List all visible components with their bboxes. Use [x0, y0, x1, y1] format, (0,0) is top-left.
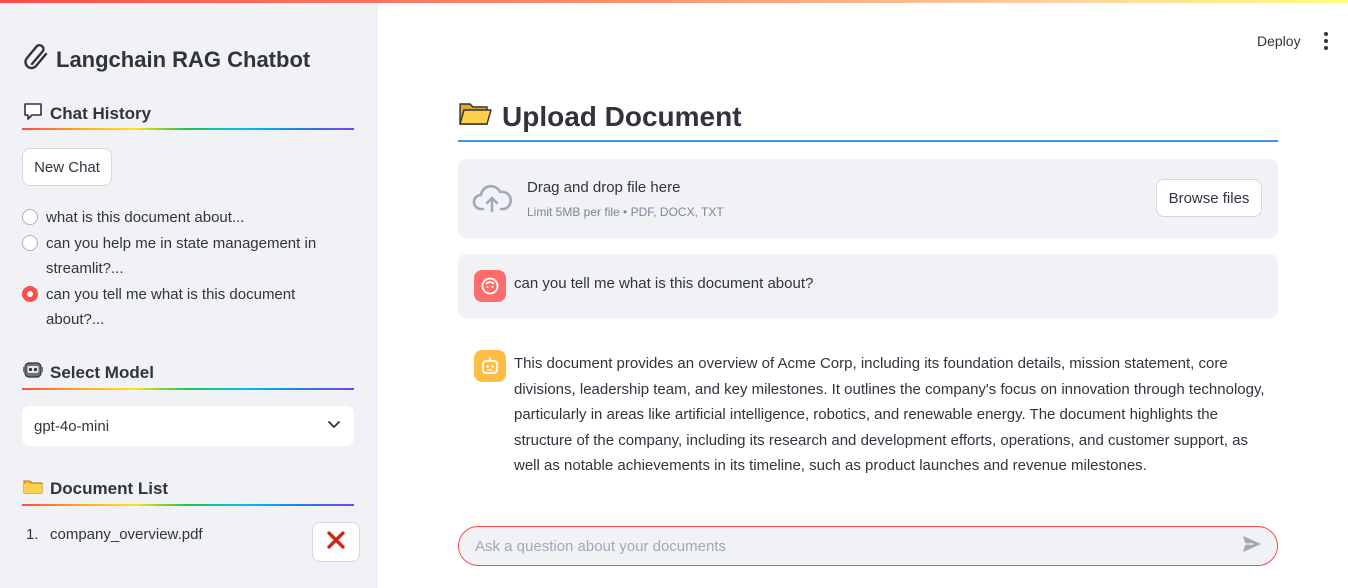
document-list-item: 1. company_overview.pdf	[22, 526, 354, 543]
section-divider	[22, 388, 354, 390]
page-title: Upload Document	[458, 96, 742, 137]
chat-history-item[interactable]: can you help me in state management in s…	[22, 231, 352, 282]
document-number: 1.	[26, 526, 39, 543]
select-model-heading: Select Model	[22, 359, 154, 386]
chat-input-container	[458, 526, 1278, 566]
radio-button-selected[interactable]	[22, 285, 38, 302]
page-title-text: Upload Document	[502, 100, 742, 132]
chat-history-heading: Chat History	[22, 100, 151, 127]
chat-history-list: what is this document about... can you h…	[22, 205, 352, 333]
model-select-value: gpt-4o-mini	[34, 417, 110, 435]
title-divider	[458, 140, 1278, 142]
robot-face-icon	[22, 359, 44, 386]
chat-message-text: This document provides an overview of Ac…	[514, 355, 1265, 474]
red-x-icon	[325, 529, 347, 555]
chat-message-text: can you tell me what is this document ab…	[514, 275, 814, 292]
document-list-heading: Document List	[22, 475, 168, 502]
sidebar: Langchain RAG Chatbot Chat History New C…	[0, 0, 378, 588]
new-chat-button[interactable]: New Chat	[22, 148, 112, 186]
chat-input[interactable]	[475, 537, 1241, 555]
chat-message-user: can you tell me what is this document ab…	[458, 254, 1278, 318]
paperclip-icon	[22, 42, 52, 78]
select-model-heading-text: Select Model	[50, 362, 154, 382]
chat-history-item-label: can you tell me what is this document ab…	[46, 285, 296, 329]
top-decoration-stripe	[0, 0, 1348, 3]
main-menu-icon[interactable]	[1318, 30, 1334, 52]
app-title-text: Langchain RAG Chatbot	[56, 47, 311, 72]
document-name: company_overview.pdf	[50, 526, 203, 543]
user-avatar-icon	[474, 270, 506, 302]
section-divider	[22, 504, 354, 506]
model-select[interactable]: gpt-4o-mini	[22, 406, 354, 446]
chat-history-item-label: can you help me in state management in s…	[46, 234, 317, 278]
document-list-heading-text: Document List	[50, 478, 169, 498]
chat-history-item[interactable]: can you tell me what is this document ab…	[22, 282, 352, 333]
chat-history-item-label: what is this document about...	[46, 209, 245, 226]
deploy-button[interactable]: Deploy	[1257, 33, 1301, 49]
app-title: Langchain RAG Chatbot	[22, 42, 310, 78]
open-folder-icon	[458, 96, 492, 137]
radio-button[interactable]	[22, 234, 38, 251]
send-arrow-icon[interactable]	[1241, 533, 1263, 560]
cloud-upload-icon	[472, 181, 513, 217]
dropzone-instructions: Drag and drop file here	[527, 179, 681, 196]
chevron-down-icon[interactable]	[326, 416, 342, 436]
folder-icon	[22, 475, 44, 502]
radio-button[interactable]	[22, 209, 38, 225]
chat-message-assistant: This document provides an overview of Ac…	[458, 336, 1278, 486]
bot-avatar-icon	[474, 350, 506, 382]
browse-files-button[interactable]: Browse files	[1156, 179, 1262, 217]
chat-history-heading-text: Chat History	[50, 103, 152, 123]
chat-history-item[interactable]: what is this document about...	[22, 205, 352, 231]
dropzone-limit-text: Limit 5MB per file • PDF, DOCX, TXT	[527, 205, 724, 219]
delete-document-button[interactable]	[312, 522, 360, 562]
section-divider	[22, 128, 354, 130]
speech-bubble-icon	[22, 100, 44, 127]
file-uploader-dropzone[interactable]: Drag and drop file here Limit 5MB per fi…	[458, 159, 1278, 238]
